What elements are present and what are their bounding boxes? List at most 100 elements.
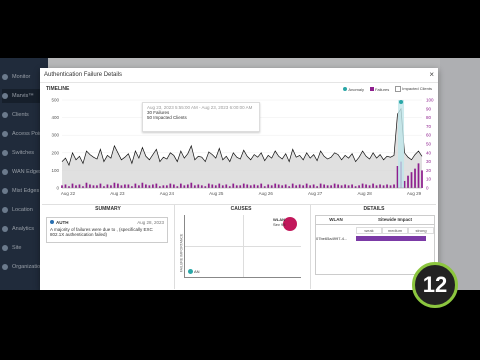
failure-bar: [382, 185, 385, 188]
modal-title: Authentication Failure Details: [44, 72, 123, 78]
failure-bar: [207, 183, 210, 188]
x-tick-label: Aug 26: [259, 191, 274, 196]
failure-bar: [389, 185, 392, 188]
failure-bar: [165, 185, 168, 188]
small-bubble[interactable]: [188, 269, 193, 274]
legend-failures[interactable]: Failures: [369, 87, 389, 92]
failure-bar: [211, 184, 214, 188]
summary-card[interactable]: AUTH Aug 28, 2023 A majority of failures…: [46, 217, 168, 243]
failure-bar: [421, 170, 423, 188]
sub-strong: strong: [408, 227, 434, 234]
close-icon[interactable]: ×: [429, 70, 434, 79]
details-table: WLAN Sitewide Impact weak medium strong …: [315, 215, 435, 275]
failure-bar: [256, 185, 259, 188]
causes-plot[interactable]: WLAN Sev 95 AN: [184, 215, 301, 278]
failure-bar: [197, 184, 200, 188]
modal-header: Authentication Failure Details: [40, 68, 438, 83]
failure-bar: [145, 184, 147, 188]
failure-bar: [291, 183, 294, 188]
failure-bar: [138, 185, 140, 188]
failure-bar: [302, 185, 305, 188]
failure-bar: [361, 183, 364, 188]
failure-bar: [124, 184, 126, 188]
failure-bar: [372, 183, 374, 188]
failure-bar: [249, 185, 252, 188]
failure-bar: [358, 185, 360, 188]
anomaly-marker: [399, 100, 404, 104]
failure-bar: [193, 185, 196, 188]
failure-bar: [410, 172, 413, 188]
failure-bar: [141, 182, 144, 188]
x-tick-label: Aug 24: [160, 191, 175, 196]
failure-bar: [267, 184, 270, 188]
y-tick-label: 200: [51, 150, 59, 155]
y-tick-label: 0: [56, 186, 59, 191]
failure-bar: [232, 183, 235, 188]
x-tick-label: Aug 25: [209, 191, 224, 196]
failure-bar: [407, 175, 409, 188]
failure-bar: [298, 184, 301, 188]
y-tick-label: 400: [51, 115, 59, 120]
failure-bar: [239, 185, 242, 188]
failure-bar: [183, 185, 186, 188]
failure-bar: [78, 184, 81, 188]
causes-axis-label: FAILURE IMPORTANCE: [179, 233, 184, 273]
failure-bar: [155, 183, 158, 188]
failure-bar: [179, 183, 182, 188]
x-tick-label: Aug 27: [308, 191, 323, 196]
failure-bar: [246, 184, 249, 188]
failure-bar: [228, 186, 231, 188]
failure-bar: [64, 184, 67, 188]
details-title: DETAILS: [363, 206, 385, 212]
failure-bar: [82, 186, 84, 188]
x-tick-label: Aug 22: [61, 191, 76, 196]
failure-bar: [148, 185, 151, 188]
y-tick-label: 100: [51, 168, 59, 173]
y2-tick-label: 10: [426, 177, 432, 182]
impact-bar: [356, 236, 426, 241]
failure-bar: [295, 185, 298, 188]
failure-bar: [340, 185, 343, 188]
failure-bar: [186, 184, 189, 188]
failure-bar: [134, 183, 137, 188]
failure-bar: [260, 183, 263, 188]
failure-bar: [326, 185, 329, 188]
sub-weak: weak: [356, 227, 382, 234]
causes-title: CAUSES: [230, 206, 252, 212]
failure-bar: [375, 185, 378, 188]
failure-bar: [288, 186, 291, 188]
failure-bar: [305, 183, 308, 188]
chart-tooltip: Aug 23, 2023 5:55:00 AM - Aug 23, 2023 6…: [142, 102, 260, 132]
x-tick-label: Aug 29: [407, 191, 422, 196]
failure-bar: [131, 186, 133, 188]
summary-card-label: AUTH: [56, 220, 69, 225]
failure-bar: [333, 183, 336, 188]
small-bubble-label: AN: [194, 269, 200, 274]
failure-bar: [263, 186, 266, 188]
failure-bar: [253, 184, 256, 188]
failure-bar: [330, 185, 332, 188]
y2-tick-label: 90: [426, 106, 432, 111]
failure-bar: [365, 184, 367, 188]
y2-tick-label: 100: [426, 98, 434, 103]
y2-tick-label: 30: [426, 159, 432, 164]
player-progress-badge[interactable]: 12: [412, 262, 458, 308]
table-row[interactable]: 07be65a4997-4...: [316, 236, 434, 241]
failure-bar: [270, 185, 273, 188]
y2-tick-label: 20: [426, 168, 432, 173]
failure-bar: [172, 184, 175, 188]
failure-bar: [218, 183, 221, 188]
auth-icon: [50, 220, 54, 224]
failure-bar: [277, 184, 280, 188]
y-tick-label: 300: [51, 133, 59, 138]
bottom-panels: SUMMARY AUTH Aug 28, 2023 A majority of …: [42, 204, 436, 289]
summary-card-text: A majority of failures were due to , (sp…: [50, 227, 153, 237]
app: Monitor Marvis™ Clients Access Points Switch…: [0, 58, 480, 290]
legend-anomaly[interactable]: Anomaly: [343, 87, 364, 92]
failure-bar: [113, 182, 116, 188]
failure-bar: [347, 185, 350, 188]
failure-bar: [225, 184, 228, 188]
col-impact: Sitewide Impact: [377, 217, 412, 222]
row-wlan-name: 07be65a4997-4...: [316, 236, 348, 241]
failure-bar: [242, 183, 245, 188]
